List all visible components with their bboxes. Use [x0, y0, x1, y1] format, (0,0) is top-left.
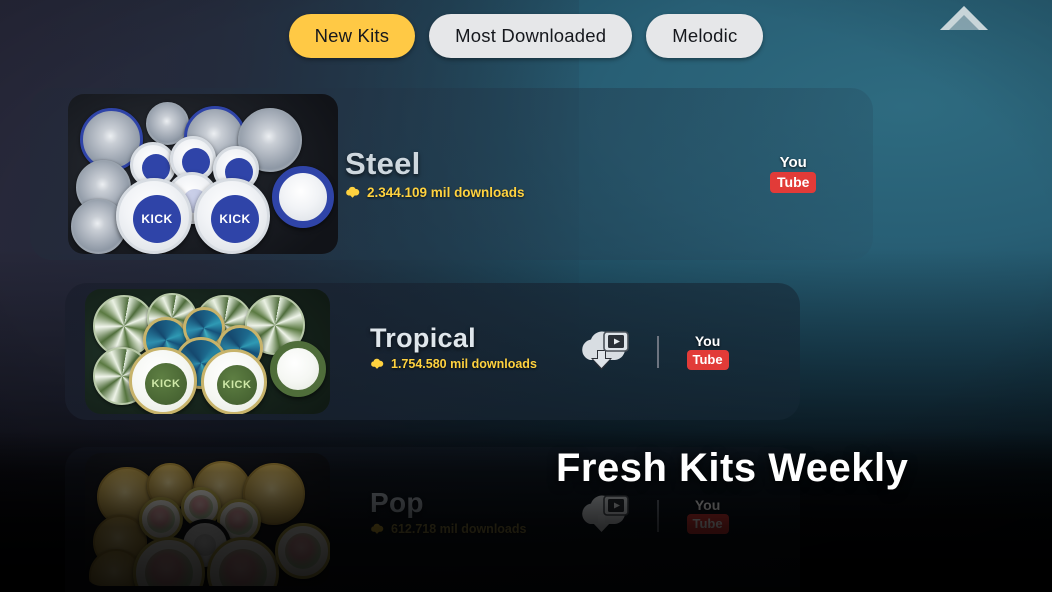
kit-actions-tropical: You Tube [577, 325, 729, 379]
chevron-up-icon[interactable] [932, 0, 996, 36]
kick-label: KICK [219, 212, 251, 226]
kit-thumbnail-steel: KICK KICK [68, 88, 338, 260]
youtube-button[interactable]: You Tube [770, 154, 817, 193]
kit-title: Steel [345, 146, 421, 181]
kit-actions-pop: You Tube [577, 489, 729, 543]
action-divider [657, 500, 659, 532]
kit-title: Pop [370, 487, 424, 518]
cloud-download-video-icon[interactable] [577, 326, 629, 379]
kick-label: KICK [141, 212, 173, 226]
kit-card-tropical[interactable]: KICK KICK Tropical 1.754.580 mil downloa… [65, 283, 800, 420]
youtube-tube-text: Tube [686, 350, 729, 370]
kit-downloads-row: 612.718 mil downloads [370, 522, 526, 536]
cloud-download-icon [371, 523, 384, 534]
kit-info-steel: Steel 2.344.109 mil downloads [345, 146, 525, 200]
kit-title: Tropical [370, 323, 476, 353]
category-tabs: New Kits Most Downloaded Melodic [0, 14, 1052, 58]
youtube-you-text: You [779, 154, 807, 171]
kit-info-pop: Pop 612.718 mil downloads [370, 487, 526, 536]
tab-most-downloaded[interactable]: Most Downloaded [429, 14, 633, 58]
youtube-you-text: You [694, 497, 721, 513]
tab-melodic[interactable]: Melodic [646, 14, 764, 58]
kit-thumbnail-tropical: KICK KICK [85, 283, 330, 420]
kit-card-steel[interactable]: KICK KICK Steel 2.344.109 mil downloads … [30, 88, 873, 260]
youtube-button[interactable]: You Tube [686, 497, 729, 534]
youtube-you-text: You [694, 333, 721, 349]
cloud-download-icon [346, 186, 360, 198]
kit-downloads-row: 2.344.109 mil downloads [345, 185, 525, 200]
youtube-tube-text: Tube [686, 514, 729, 534]
youtube-tube-text: Tube [770, 172, 817, 193]
youtube-button[interactable]: You Tube [686, 333, 729, 370]
kit-info-tropical: Tropical 1.754.580 mil downloads [370, 323, 537, 371]
kit-actions-steel: You Tube [770, 146, 817, 202]
cloud-download-icon [371, 358, 384, 369]
kick-label: KICK [151, 378, 181, 390]
fresh-kits-weekly-banner: Fresh Kits Weekly [556, 446, 909, 490]
kit-downloads-text: 612.718 mil downloads [391, 522, 527, 536]
action-divider [657, 336, 659, 368]
kit-thumbnail-pop [85, 447, 330, 592]
kit-downloads-row: 1.754.580 mil downloads [370, 357, 537, 371]
kick-label: KICK [222, 379, 252, 391]
tab-new-kits[interactable]: New Kits [288, 14, 416, 58]
cloud-download-video-icon[interactable] [577, 490, 629, 543]
kit-downloads-text: 1.754.580 mil downloads [391, 357, 537, 371]
kit-downloads-text: 2.344.109 mil downloads [367, 185, 525, 200]
